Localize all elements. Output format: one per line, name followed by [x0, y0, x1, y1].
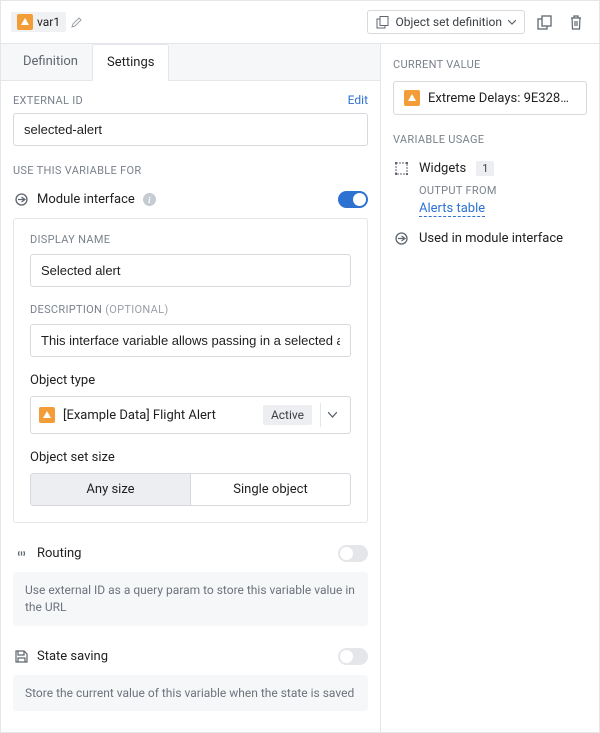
tab-definition[interactable]: Definition [9, 44, 92, 80]
duplicate-icon [537, 15, 552, 30]
variable-usage-label: VARIABLE USAGE [393, 133, 587, 146]
set-size-single-button[interactable]: Single object [190, 474, 350, 505]
variable-name: var1 [37, 15, 60, 29]
object-type-value: [Example Data] Flight Alert [63, 408, 255, 423]
link-icon [13, 546, 29, 562]
bounds-icon [393, 160, 409, 176]
object-set-label: Object set definition [395, 15, 502, 29]
state-saving-toggle[interactable] [338, 648, 368, 665]
alert-icon [39, 407, 55, 423]
info-icon[interactable]: i [143, 193, 156, 206]
alert-icon [404, 90, 420, 106]
routing-description: Use external ID as a query param to stor… [13, 572, 368, 626]
module-interface-toggle[interactable] [338, 191, 368, 208]
copy-icon [376, 16, 389, 29]
module-interface-label: Module interface [37, 192, 135, 207]
variable-chip[interactable]: var1 [11, 12, 66, 32]
state-saving-description: Store the current value of this variable… [13, 675, 368, 712]
object-set-definition-button[interactable]: Object set definition [367, 10, 525, 34]
usage-module-row[interactable]: Used in module interface [393, 226, 587, 250]
delete-button[interactable] [563, 9, 589, 35]
current-value-box[interactable]: Extreme Delays: 9E3285… [393, 81, 587, 115]
use-for-label: USE THIS VARIABLE FOR [13, 164, 368, 177]
widgets-label: Widgets [419, 161, 466, 176]
set-size-label: Object set size [30, 450, 351, 465]
chevron-down-icon[interactable] [320, 403, 344, 427]
object-type-status: Active [263, 405, 312, 425]
trash-icon [569, 15, 583, 30]
output-from-label: OUTPUT FROM [419, 184, 587, 197]
used-in-module-label: Used in module interface [419, 231, 563, 246]
object-type-label: Object type [30, 373, 351, 388]
save-icon [13, 648, 29, 664]
alerts-table-link[interactable]: Alerts table [419, 201, 485, 217]
topbar: var1 Object set definition [1, 1, 599, 44]
display-name-input[interactable] [30, 254, 351, 287]
tabs: Definition Settings [1, 44, 380, 81]
external-id-input[interactable] [13, 113, 368, 146]
display-name-label: DISPLAY NAME [30, 233, 351, 246]
left-panel: Definition Settings EXTERNAL ID Edit USE… [1, 44, 381, 732]
chevron-down-icon [508, 20, 516, 25]
widgets-count: 1 [476, 161, 494, 176]
edit-name-icon[interactable] [70, 15, 84, 29]
object-type-select[interactable]: [Example Data] Flight Alert Active [30, 396, 351, 434]
settings-panel: EXTERNAL ID Edit USE THIS VARIABLE FOR M… [1, 81, 380, 732]
routing-label: Routing [37, 546, 81, 561]
external-id-label: EXTERNAL ID [13, 94, 83, 107]
set-size-segmented: Any size Single object [30, 473, 351, 506]
module-interface-icon [13, 192, 29, 208]
description-label: DESCRIPTION (OPTIONAL) [30, 303, 351, 316]
module-interface-icon [393, 230, 409, 246]
module-interface-card: DISPLAY NAME DESCRIPTION (OPTIONAL) Obje… [13, 218, 368, 523]
topbar-left: var1 [11, 12, 84, 32]
alert-icon [17, 14, 33, 30]
usage-widgets-row[interactable]: Widgets 1 [393, 156, 587, 180]
state-saving-label: State saving [37, 649, 108, 664]
topbar-right: Object set definition [367, 9, 589, 35]
edit-external-id-link[interactable]: Edit [348, 93, 368, 107]
output-from-section: OUTPUT FROM Alerts table [419, 184, 587, 216]
tab-settings[interactable]: Settings [92, 44, 169, 81]
description-input[interactable] [30, 324, 351, 357]
current-value-label: CURRENT VALUE [393, 58, 587, 71]
set-size-any-button[interactable]: Any size [31, 474, 190, 505]
current-value-text: Extreme Delays: 9E3285… [428, 91, 576, 106]
duplicate-button[interactable] [531, 9, 557, 35]
right-panel: CURRENT VALUE Extreme Delays: 9E3285… VA… [381, 44, 599, 732]
routing-toggle[interactable] [338, 545, 368, 562]
